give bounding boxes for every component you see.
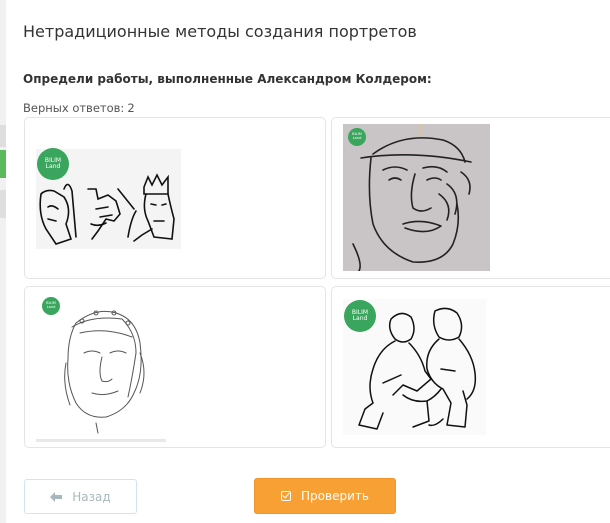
correct-answers-number: 2 — [127, 101, 135, 115]
check-button[interactable]: Проверить — [254, 478, 396, 514]
left-accent-bar — [0, 0, 6, 523]
bilimland-logo: BILIM Land — [348, 128, 366, 146]
check-button-label: Проверить — [301, 489, 369, 503]
answer-option-3[interactable]: BILIM Land — [24, 286, 326, 448]
wire-sculpture-face-image — [343, 124, 490, 271]
correct-answers-label: Верных ответов: — [23, 101, 125, 115]
checkbox-checked-icon — [281, 491, 292, 501]
correct-answers-count: Верных ответов: 2 — [23, 101, 135, 115]
back-button[interactable]: Назад — [24, 479, 137, 514]
sketch-portrait-image — [36, 293, 166, 443]
bilimland-logo: BILIM Land — [344, 300, 376, 332]
page-title: Нетрадиционные методы создания портретов — [23, 22, 417, 41]
bilimland-logo: BILIM Land — [42, 297, 60, 315]
answer-option-2[interactable]: BILIM Land — [331, 117, 610, 279]
arrow-left-icon — [50, 491, 63, 502]
question-text: Определи работы, выполненные Александром… — [23, 72, 432, 86]
back-button-label: Назад — [72, 489, 111, 504]
answer-option-1[interactable]: BILIM Land — [24, 117, 326, 279]
answer-option-4[interactable]: BILIM Land — [331, 286, 610, 448]
bilimland-logo: BILIM Land — [37, 148, 69, 180]
